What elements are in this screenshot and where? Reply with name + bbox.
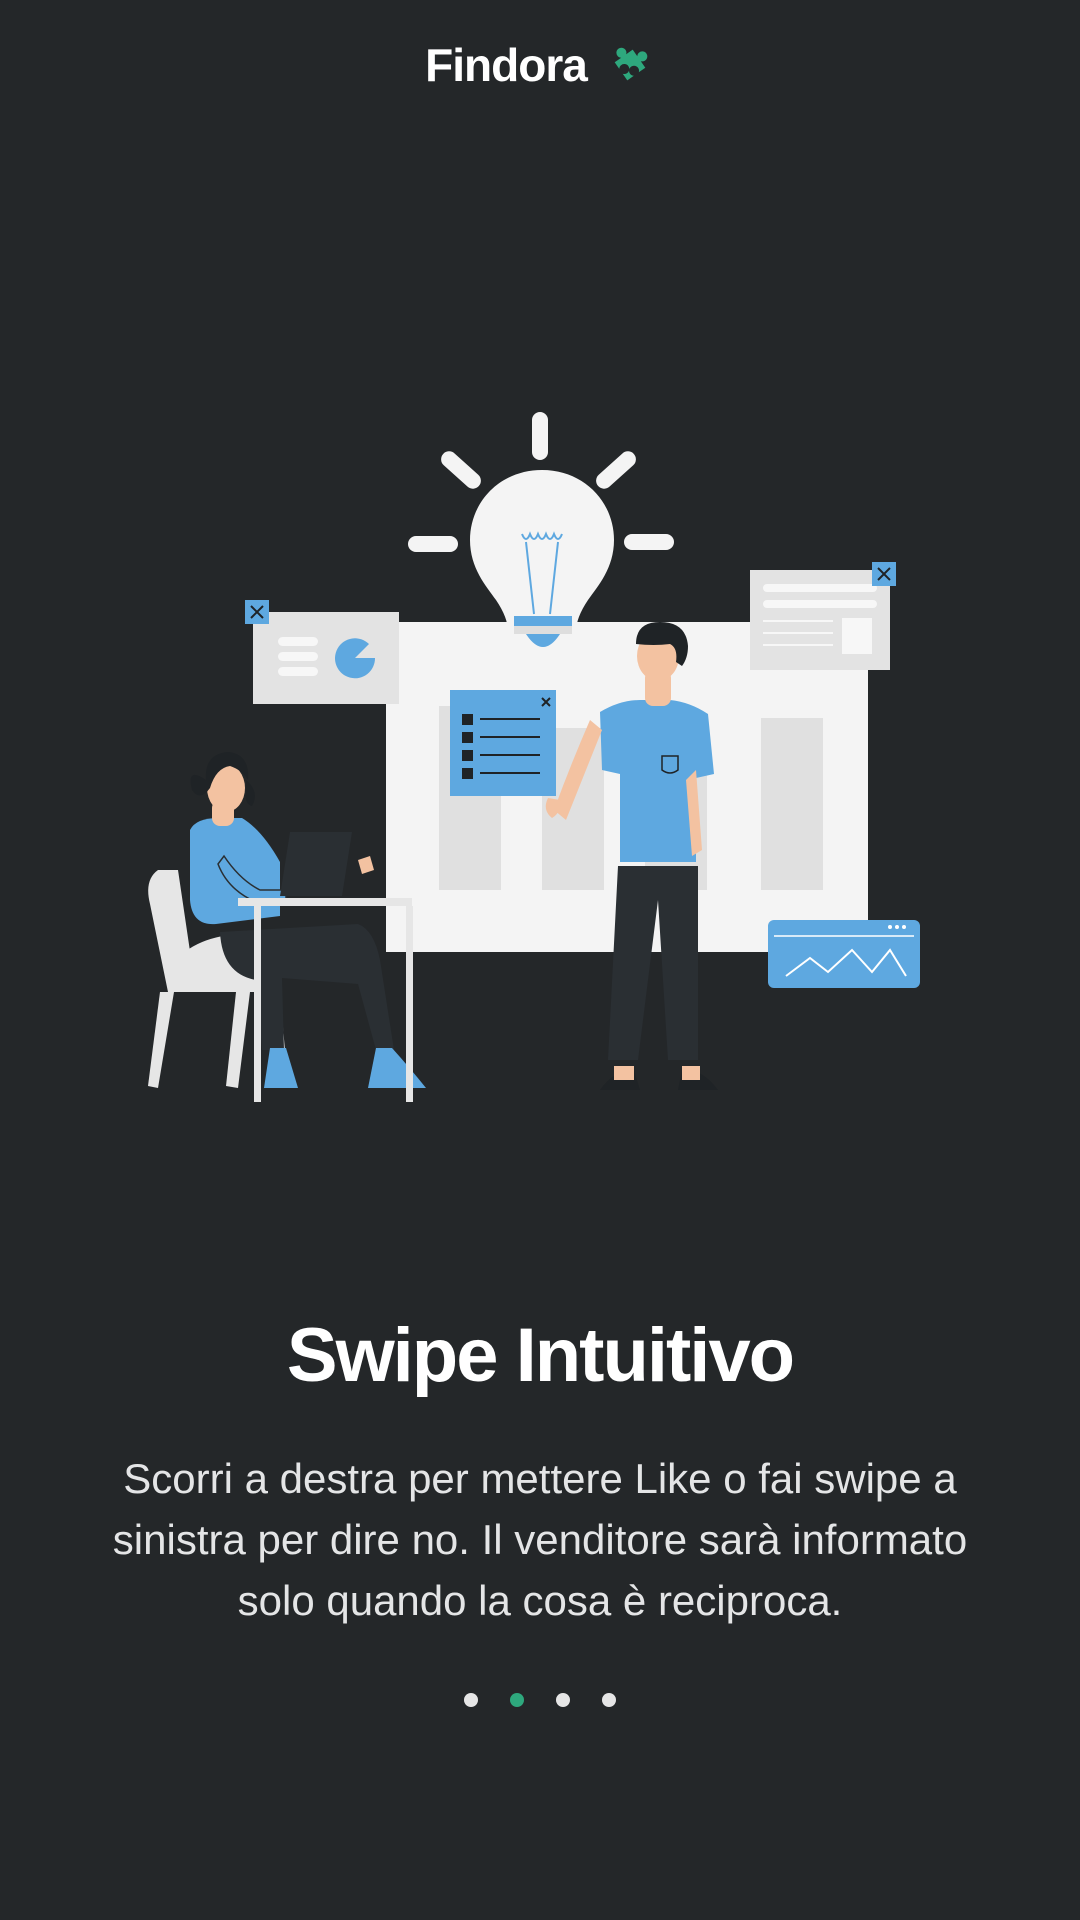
page-dot-1[interactable] [464, 1693, 478, 1707]
lightbulb-icon [470, 470, 614, 647]
onboarding-description: Scorri a destra per mettere Like o fai s… [112, 1455, 968, 1624]
checklist-card [450, 690, 556, 796]
page-dot-4[interactable] [602, 1693, 616, 1707]
app-header: Findora [0, 38, 1080, 92]
onboarding-title: Swipe Intuitivo [286, 1313, 795, 1398]
onboarding-screen: Findora Swipe Intuitivo Scorri a destra … [0, 0, 1080, 1920]
page-indicator [0, 1693, 1080, 1707]
page-dot-3[interactable] [556, 1693, 570, 1707]
team-ideas-illustration [148, 412, 920, 1102]
page-dot-2-active[interactable] [510, 1693, 524, 1707]
document-card [750, 562, 896, 670]
brand-name: Findora [425, 39, 588, 91]
line-chart-card [768, 920, 920, 988]
puzzle-icon [614, 47, 648, 81]
pie-chart-card [245, 600, 399, 704]
